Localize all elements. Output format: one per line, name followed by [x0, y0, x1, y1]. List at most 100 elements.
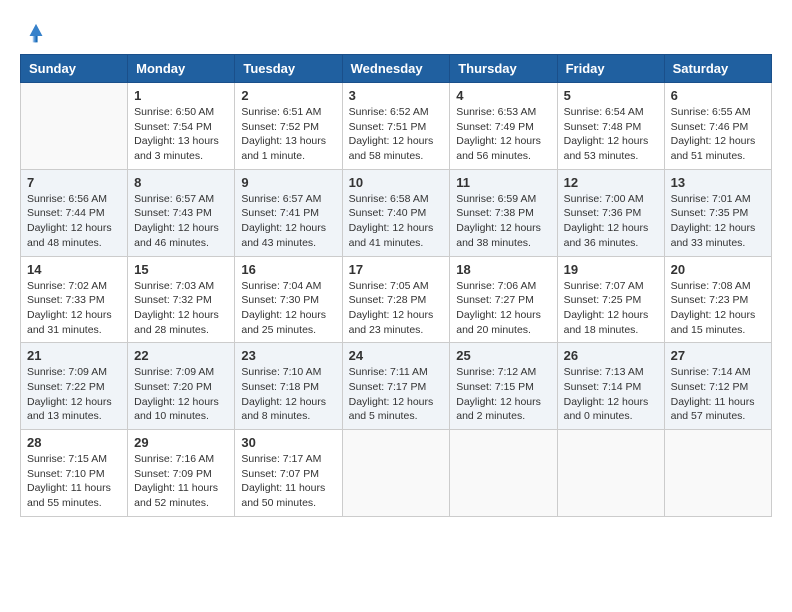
calendar-cell: 11Sunrise: 6:59 AMSunset: 7:38 PMDayligh…: [450, 169, 557, 256]
day-number: 18: [456, 262, 550, 277]
calendar-cell: 27 Sunrise: 7:14 AMSunset: 7:12 PMDayligh…: [664, 343, 771, 430]
calendar-cell: 29 Sunrise: 7:16 AMSunset: 7:09 PMDayligh…: [128, 430, 235, 517]
calendar-cell: 12 Sunrise: 7:00 AMSunset: 7:36 PMDayligh…: [557, 169, 664, 256]
calendar-cell: 5 Sunrise: 6:54 AMSunset: 7:48 PMDaylight…: [557, 83, 664, 170]
calendar-cell: 4Sunrise: 6:53 AMSunset: 7:49 PMDaylight…: [450, 83, 557, 170]
calendar-cell: 23 Sunrise: 7:10 AMSunset: 7:18 PMDayligh…: [235, 343, 342, 430]
calendar-cell: 19 Sunrise: 7:07 AMSunset: 7:25 PMDayligh…: [557, 256, 664, 343]
day-info: Sunrise: 6:57 AMSunset: 7:43 PMDaylight:…: [134, 192, 228, 251]
day-info: Sunrise: 7:01 AMSunset: 7:35 PMDaylight:…: [671, 192, 765, 251]
calendar-cell: [342, 430, 450, 517]
calendar-cell: 22 Sunrise: 7:09 AMSunset: 7:20 PMDayligh…: [128, 343, 235, 430]
calendar-week-row: 7Sunrise: 6:56 AMSunset: 7:44 PMDaylight…: [21, 169, 772, 256]
day-info: Sunrise: 7:07 AMSunset: 7:25 PMDaylight:…: [564, 279, 658, 338]
day-number: 15: [134, 262, 228, 277]
calendar-cell: 18 Sunrise: 7:06 AMSunset: 7:27 PMDayligh…: [450, 256, 557, 343]
calendar-cell: 28 Sunrise: 7:15 AMSunset: 7:10 PMDayligh…: [21, 430, 128, 517]
day-number: 14: [27, 262, 121, 277]
column-header-sunday: Sunday: [21, 55, 128, 83]
day-info: Sunrise: 7:05 AMSunset: 7:28 PMDaylight:…: [349, 279, 444, 338]
calendar-cell: 16 Sunrise: 7:04 AMSunset: 7:30 PMDayligh…: [235, 256, 342, 343]
calendar-cell: 24 Sunrise: 7:11 AMSunset: 7:17 PMDayligh…: [342, 343, 450, 430]
day-number: 13: [671, 175, 765, 190]
day-number: 6: [671, 88, 765, 103]
column-header-friday: Friday: [557, 55, 664, 83]
day-number: 9: [241, 175, 335, 190]
day-number: 29: [134, 435, 228, 450]
day-info: Sunrise: 7:04 AMSunset: 7:30 PMDaylight:…: [241, 279, 335, 338]
calendar-week-row: 14 Sunrise: 7:02 AMSunset: 7:33 PMDayligh…: [21, 256, 772, 343]
calendar-cell: 17 Sunrise: 7:05 AMSunset: 7:28 PMDayligh…: [342, 256, 450, 343]
column-header-thursday: Thursday: [450, 55, 557, 83]
day-number: 17: [349, 262, 444, 277]
day-info: Sunrise: 6:59 AMSunset: 7:38 PMDaylight:…: [456, 192, 550, 251]
day-number: 3: [349, 88, 444, 103]
day-number: 16: [241, 262, 335, 277]
calendar-cell: 30 Sunrise: 7:17 AMSunset: 7:07 PMDayligh…: [235, 430, 342, 517]
day-info: Sunrise: 7:10 AMSunset: 7:18 PMDaylight:…: [241, 365, 335, 424]
calendar-cell: 1 Sunrise: 6:50 AMSunset: 7:54 PMDaylight…: [128, 83, 235, 170]
day-info: Sunrise: 7:06 AMSunset: 7:27 PMDaylight:…: [456, 279, 550, 338]
calendar-header-row: SundayMondayTuesdayWednesdayThursdayFrid…: [21, 55, 772, 83]
day-info: Sunrise: 6:55 AMSunset: 7:46 PMDaylight:…: [671, 105, 765, 164]
calendar-cell: 6 Sunrise: 6:55 AMSunset: 7:46 PMDaylight…: [664, 83, 771, 170]
day-info: Sunrise: 6:56 AMSunset: 7:44 PMDaylight:…: [27, 192, 121, 251]
day-number: 2: [241, 88, 335, 103]
day-info: Sunrise: 7:09 AMSunset: 7:20 PMDaylight:…: [134, 365, 228, 424]
day-number: 26: [564, 348, 658, 363]
day-number: 8: [134, 175, 228, 190]
day-info: Sunrise: 7:00 AMSunset: 7:36 PMDaylight:…: [564, 192, 658, 251]
day-info: Sunrise: 7:03 AMSunset: 7:32 PMDaylight:…: [134, 279, 228, 338]
calendar-week-row: 1 Sunrise: 6:50 AMSunset: 7:54 PMDaylight…: [21, 83, 772, 170]
day-number: 12: [564, 175, 658, 190]
day-info: Sunrise: 6:54 AMSunset: 7:48 PMDaylight:…: [564, 105, 658, 164]
day-number: 30: [241, 435, 335, 450]
day-number: 27: [671, 348, 765, 363]
day-info: Sunrise: 6:58 AMSunset: 7:40 PMDaylight:…: [349, 192, 444, 251]
day-info: Sunrise: 6:52 AMSunset: 7:51 PMDaylight:…: [349, 105, 444, 164]
column-header-saturday: Saturday: [664, 55, 771, 83]
day-info: Sunrise: 7:09 AMSunset: 7:22 PMDaylight:…: [27, 365, 121, 424]
day-number: 24: [349, 348, 444, 363]
calendar-cell: 20Sunrise: 7:08 AMSunset: 7:23 PMDayligh…: [664, 256, 771, 343]
day-info: Sunrise: 6:57 AMSunset: 7:41 PMDaylight:…: [241, 192, 335, 251]
day-number: 23: [241, 348, 335, 363]
calendar-cell: 14 Sunrise: 7:02 AMSunset: 7:33 PMDayligh…: [21, 256, 128, 343]
calendar-cell: [664, 430, 771, 517]
day-info: Sunrise: 7:16 AMSunset: 7:09 PMDaylight:…: [134, 452, 228, 511]
day-number: 21: [27, 348, 121, 363]
calendar-cell: 26Sunrise: 7:13 AMSunset: 7:14 PMDayligh…: [557, 343, 664, 430]
day-info: Sunrise: 7:02 AMSunset: 7:33 PMDaylight:…: [27, 279, 121, 338]
calendar-cell: 13 Sunrise: 7:01 AMSunset: 7:35 PMDayligh…: [664, 169, 771, 256]
column-header-wednesday: Wednesday: [342, 55, 450, 83]
calendar-cell: 2 Sunrise: 6:51 AMSunset: 7:52 PMDaylight…: [235, 83, 342, 170]
day-info: Sunrise: 6:51 AMSunset: 7:52 PMDaylight:…: [241, 105, 335, 164]
day-number: 1: [134, 88, 228, 103]
calendar-week-row: 28 Sunrise: 7:15 AMSunset: 7:10 PMDayligh…: [21, 430, 772, 517]
column-header-monday: Monday: [128, 55, 235, 83]
logo: [20, 20, 48, 44]
logo-icon: [20, 20, 44, 44]
day-info: Sunrise: 6:50 AMSunset: 7:54 PMDaylight:…: [134, 105, 228, 164]
day-info: Sunrise: 7:11 AMSunset: 7:17 PMDaylight:…: [349, 365, 444, 424]
calendar-cell: 10 Sunrise: 6:58 AMSunset: 7:40 PMDayligh…: [342, 169, 450, 256]
day-info: Sunrise: 7:17 AMSunset: 7:07 PMDaylight:…: [241, 452, 335, 511]
calendar-cell: 7Sunrise: 6:56 AMSunset: 7:44 PMDaylight…: [21, 169, 128, 256]
day-number: 10: [349, 175, 444, 190]
day-info: Sunrise: 7:15 AMSunset: 7:10 PMDaylight:…: [27, 452, 121, 511]
day-number: 5: [564, 88, 658, 103]
calendar-cell: 25Sunrise: 7:12 AMSunset: 7:15 PMDayligh…: [450, 343, 557, 430]
calendar-week-row: 21 Sunrise: 7:09 AMSunset: 7:22 PMDayligh…: [21, 343, 772, 430]
day-info: Sunrise: 7:12 AMSunset: 7:15 PMDaylight:…: [456, 365, 550, 424]
day-number: 20: [671, 262, 765, 277]
calendar-cell: 8 Sunrise: 6:57 AMSunset: 7:43 PMDaylight…: [128, 169, 235, 256]
calendar-cell: 9 Sunrise: 6:57 AMSunset: 7:41 PMDaylight…: [235, 169, 342, 256]
calendar-cell: 15 Sunrise: 7:03 AMSunset: 7:32 PMDayligh…: [128, 256, 235, 343]
day-info: Sunrise: 7:14 AMSunset: 7:12 PMDaylight:…: [671, 365, 765, 424]
calendar-cell: 3 Sunrise: 6:52 AMSunset: 7:51 PMDaylight…: [342, 83, 450, 170]
day-number: 19: [564, 262, 658, 277]
calendar-cell: 21 Sunrise: 7:09 AMSunset: 7:22 PMDayligh…: [21, 343, 128, 430]
day-number: 22: [134, 348, 228, 363]
calendar-table: SundayMondayTuesdayWednesdayThursdayFrid…: [20, 54, 772, 517]
day-number: 28: [27, 435, 121, 450]
